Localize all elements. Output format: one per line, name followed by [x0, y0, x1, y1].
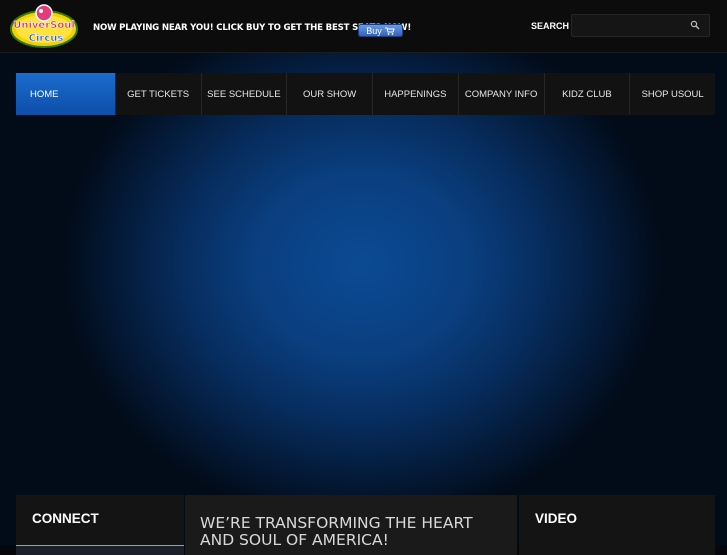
top-bar: UniverSoul Circus NOW PLAYING NEAR YOU! …	[0, 0, 727, 53]
intro-panel: WE’RE TRANSFORMING THE HEART AND SOUL OF…	[185, 495, 517, 555]
buy-button[interactable]: Buy	[358, 24, 403, 37]
search-box	[571, 14, 710, 37]
nav-item-home[interactable]: HOME	[16, 73, 116, 115]
nav-item-see-schedule[interactable]: SEE SCHEDULE	[202, 73, 288, 115]
intro-heading: WE’RE TRANSFORMING THE HEART AND SOUL OF…	[200, 514, 473, 549]
connect-title: CONNECT	[32, 511, 99, 526]
video-panel: VIDEO	[519, 495, 715, 555]
svg-text:Circus: Circus	[29, 33, 64, 44]
main-nav: HOME GET TICKETS SEE SCHEDULE OUR SHOW H…	[16, 73, 715, 115]
nav-item-kidz-club[interactable]: KIDZ CLUB	[545, 73, 631, 115]
universoul-circus-logo[interactable]: UniverSoul Circus	[8, 3, 80, 51]
buy-label: Buy	[366, 25, 382, 36]
nav-item-our-show[interactable]: OUR SHOW	[287, 73, 373, 115]
search-icon[interactable]	[690, 20, 700, 30]
video-title: VIDEO	[535, 511, 578, 526]
nav-item-company-info[interactable]: COMPANY INFO	[459, 73, 545, 115]
connect-panel: CONNECT	[16, 495, 184, 555]
nav-item-shop-usoul[interactable]: SHOP USOUL	[630, 73, 715, 115]
search-input[interactable]	[576, 17, 690, 35]
search-label: SEARCH	[531, 21, 570, 31]
svg-text:UniverSoul: UniverSoul	[13, 20, 75, 31]
cart-icon	[384, 27, 395, 35]
nav-item-happenings[interactable]: HAPPENINGS	[373, 73, 459, 115]
nav-item-get-tickets[interactable]: GET TICKETS	[116, 73, 202, 115]
connect-strip	[16, 545, 184, 555]
